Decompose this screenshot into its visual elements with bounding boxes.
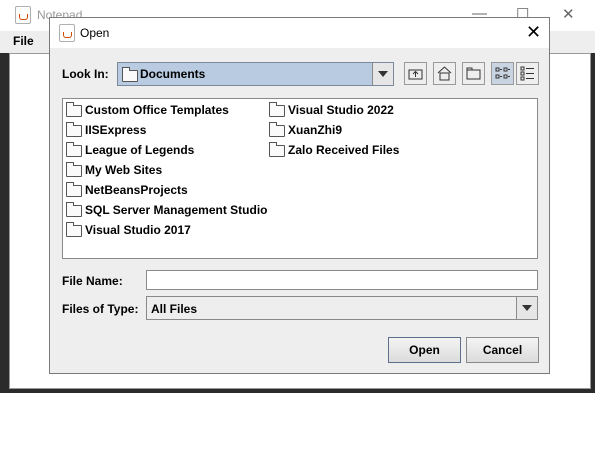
- menu-file[interactable]: File: [13, 34, 34, 48]
- list-view-icon: [495, 67, 510, 79]
- close-icon[interactable]: ✕: [562, 5, 575, 23]
- java-app-icon: [59, 24, 75, 42]
- file-name: Custom Office Templates: [85, 103, 229, 117]
- files-of-type-label: Files of Type:: [62, 302, 139, 316]
- file-name: IISExpress: [85, 123, 147, 137]
- chevron-down-icon[interactable]: [372, 63, 393, 85]
- folder-icon: [269, 102, 285, 117]
- file-name: NetBeansProjects: [85, 183, 188, 197]
- file-list[interactable]: Custom Office Templates IISExpress Leagu…: [62, 98, 538, 259]
- folder-icon: [66, 182, 82, 197]
- home-icon: [437, 66, 452, 81]
- file-name: League of Legends: [85, 143, 195, 157]
- files-of-type-combo[interactable]: All Files: [146, 296, 538, 320]
- file-name: Zalo Received Files: [288, 143, 400, 157]
- dialog-titlebar: Open ✕: [50, 18, 549, 48]
- java-app-icon: [15, 6, 31, 24]
- folder-icon: [66, 142, 82, 157]
- folder-icon: [66, 162, 82, 177]
- folder-icon: [269, 142, 285, 157]
- open-dialog: Open ✕ Look In: Documents Custom Office …: [49, 17, 550, 374]
- cancel-button[interactable]: Cancel: [466, 337, 539, 363]
- look-in-combo[interactable]: Documents: [117, 62, 394, 86]
- folder-icon: [122, 67, 138, 82]
- file-name: My Web Sites: [85, 163, 163, 177]
- up-one-level-icon: [408, 69, 423, 80]
- look-in-label: Look In:: [62, 67, 109, 81]
- folder-icon: [66, 222, 82, 237]
- dialog-close-icon[interactable]: ✕: [526, 22, 541, 43]
- folder-icon: [66, 202, 82, 217]
- new-folder-button[interactable]: [462, 62, 485, 85]
- details-view-icon: [520, 66, 534, 81]
- chevron-down-icon[interactable]: [516, 297, 537, 319]
- new-folder-icon: [466, 67, 481, 80]
- file-name: SQL Server Management Studio: [85, 203, 268, 217]
- folder-icon: [269, 122, 285, 137]
- home-button[interactable]: [433, 62, 456, 85]
- file-name: Visual Studio 2022: [288, 103, 394, 117]
- files-of-type-value: All Files: [151, 302, 198, 316]
- up-one-level-button[interactable]: [404, 62, 427, 85]
- file-name: XuanZhi9: [288, 123, 343, 137]
- folder-icon: [66, 102, 82, 117]
- open-button[interactable]: Open: [388, 337, 461, 363]
- folder-icon: [66, 122, 82, 137]
- list-view-button[interactable]: [491, 62, 514, 85]
- file-name: Visual Studio 2017: [85, 223, 191, 237]
- file-name-input[interactable]: [146, 270, 538, 290]
- dialog-title: Open: [80, 26, 110, 40]
- look-in-value: Documents: [140, 67, 206, 81]
- details-view-button[interactable]: [516, 62, 539, 85]
- file-name-label: File Name:: [62, 274, 123, 288]
